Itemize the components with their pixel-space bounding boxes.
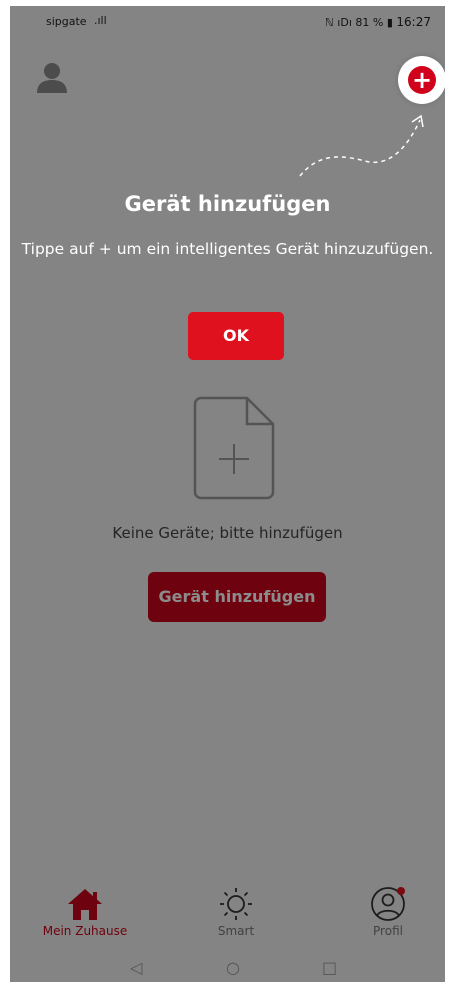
coachmark-text: Tippe auf + um ein intelligentes Gerät h…: [21, 240, 434, 258]
coachmark: Gerät hinzufügen Tippe auf + um ein inte…: [10, 6, 445, 982]
ok-button[interactable]: OK: [188, 312, 284, 360]
phone-screen: sipgate .ıll ℕ ıDı 81 % ▮ 16:27 Keine Ge…: [10, 6, 445, 982]
plus-circle-icon: +: [408, 66, 436, 94]
coachmark-title: Gerät hinzufügen: [124, 192, 331, 216]
add-device-header-button[interactable]: +: [398, 56, 445, 104]
curved-arrow-icon: [299, 114, 424, 177]
